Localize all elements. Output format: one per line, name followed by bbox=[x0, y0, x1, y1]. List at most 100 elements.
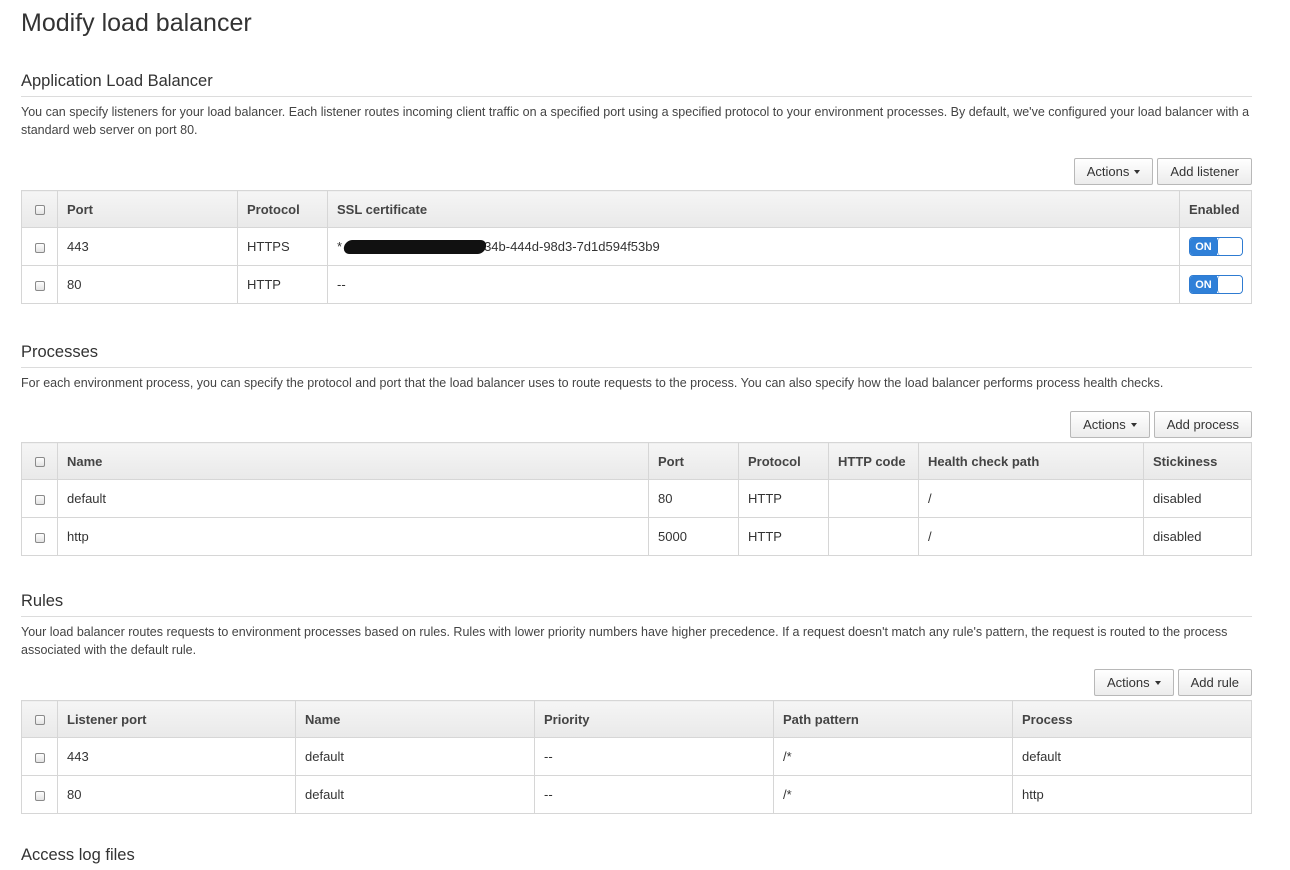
listener-port: 80 bbox=[57, 265, 238, 304]
listener-port: 443 bbox=[57, 227, 238, 266]
process-protocol: HTTP bbox=[738, 479, 829, 518]
select-all-cell bbox=[21, 190, 58, 228]
rule-actions-label: Actions bbox=[1106, 675, 1150, 690]
enabled-cell: ON bbox=[1179, 265, 1252, 304]
column-header-listener-port[interactable]: Listener port bbox=[57, 700, 296, 738]
table-row[interactable]: 80 HTTP -- ON bbox=[21, 265, 1252, 304]
enabled-cell: ON bbox=[1179, 227, 1252, 266]
enabled-toggle[interactable]: ON bbox=[1189, 237, 1243, 256]
add-listener-button[interactable]: Add listener bbox=[1157, 158, 1252, 185]
process-name: http bbox=[57, 517, 649, 556]
access-log-section: Access log files bbox=[21, 846, 1252, 870]
table-row[interactable]: 443 default -- /* default bbox=[21, 737, 1252, 776]
listener-actions-label: Actions bbox=[1086, 164, 1130, 179]
rule-listener-port: 80 bbox=[57, 775, 296, 814]
process-health-check-path: / bbox=[918, 479, 1144, 518]
caret-down-icon bbox=[1154, 680, 1161, 685]
column-header-protocol[interactable]: Protocol bbox=[237, 190, 328, 228]
select-all-checkbox[interactable] bbox=[34, 205, 45, 216]
table-row[interactable]: 443 HTTPS * 34b-444d-98d3-7d1d594f53b9 ON bbox=[21, 227, 1252, 266]
process-http-code bbox=[828, 479, 919, 518]
toggle-on-label: ON bbox=[1190, 238, 1217, 255]
rule-path-pattern: /* bbox=[773, 775, 1013, 814]
table-header-row: Name Port Protocol HTTP code Health chec… bbox=[21, 442, 1252, 480]
listener-protocol: HTTP bbox=[237, 265, 328, 304]
ssl-certificate-cell: * 34b-444d-98d3-7d1d594f53b9 bbox=[327, 227, 1180, 266]
ssl-certificate: -- bbox=[327, 265, 1180, 304]
row-checkbox[interactable] bbox=[34, 280, 45, 291]
row-select-cell bbox=[21, 517, 58, 556]
processes-section-title: Processes bbox=[21, 343, 1252, 368]
column-header-path-pattern[interactable]: Path pattern bbox=[773, 700, 1013, 738]
process-stickiness: disabled bbox=[1143, 479, 1252, 518]
rule-priority: -- bbox=[534, 737, 774, 776]
table-row[interactable]: http 5000 HTTP / disabled bbox=[21, 517, 1252, 556]
process-port: 80 bbox=[648, 479, 739, 518]
row-checkbox[interactable] bbox=[34, 752, 45, 763]
processes-button-bar: Actions Add process bbox=[1070, 411, 1252, 438]
enabled-toggle[interactable]: ON bbox=[1189, 275, 1243, 294]
rules-section-title: Rules bbox=[21, 592, 1252, 617]
row-select-cell bbox=[21, 775, 58, 814]
rules-table: Listener port Name Priority Path pattern… bbox=[21, 700, 1252, 814]
column-header-health-check-path[interactable]: Health check path bbox=[918, 442, 1144, 480]
row-select-cell bbox=[21, 479, 58, 518]
ssl-certificate-id: 34b-444d-98d3-7d1d594f53b9 bbox=[484, 238, 660, 254]
listeners-table: Port Protocol SSL certificate Enabled 44… bbox=[21, 190, 1252, 304]
select-all-checkbox[interactable] bbox=[34, 715, 45, 726]
listener-actions-button[interactable]: Actions bbox=[1073, 158, 1154, 185]
process-port: 5000 bbox=[648, 517, 739, 556]
process-actions-button[interactable]: Actions bbox=[1070, 411, 1150, 438]
column-header-name[interactable]: Name bbox=[57, 442, 649, 480]
toggle-on-label: ON bbox=[1190, 276, 1217, 293]
column-header-stickiness[interactable]: Stickiness bbox=[1143, 442, 1252, 480]
alb-button-bar: Actions Add listener bbox=[1073, 158, 1252, 185]
column-header-port[interactable]: Port bbox=[648, 442, 739, 480]
listener-protocol: HTTPS bbox=[237, 227, 328, 266]
process-actions-label: Actions bbox=[1083, 417, 1126, 432]
row-checkbox[interactable] bbox=[34, 242, 45, 253]
column-header-ssl-certificate[interactable]: SSL certificate bbox=[327, 190, 1180, 228]
rule-actions-button[interactable]: Actions bbox=[1093, 669, 1174, 696]
process-name: default bbox=[57, 479, 649, 518]
process-protocol: HTTP bbox=[738, 517, 829, 556]
rule-name: default bbox=[295, 775, 535, 814]
row-select-cell bbox=[21, 265, 58, 304]
caret-down-icon bbox=[1134, 169, 1141, 174]
column-header-port[interactable]: Port bbox=[57, 190, 238, 228]
process-health-check-path: / bbox=[918, 517, 1144, 556]
table-row[interactable]: 80 default -- /* http bbox=[21, 775, 1252, 814]
table-row[interactable]: default 80 HTTP / disabled bbox=[21, 479, 1252, 518]
rule-process: default bbox=[1012, 737, 1252, 776]
ssl-certificate-prefix: * bbox=[337, 238, 343, 254]
rules-description: Your load balancer routes requests to en… bbox=[21, 625, 1228, 657]
select-all-cell bbox=[21, 700, 58, 738]
column-header-process[interactable]: Process bbox=[1012, 700, 1252, 738]
column-header-name[interactable]: Name bbox=[295, 700, 535, 738]
processes-table: Name Port Protocol HTTP code Health chec… bbox=[21, 442, 1252, 556]
row-checkbox[interactable] bbox=[34, 790, 45, 801]
rule-priority: -- bbox=[534, 775, 774, 814]
alb-description: You can specify listeners for your load … bbox=[21, 105, 1250, 137]
row-checkbox[interactable] bbox=[34, 494, 45, 505]
rules-button-bar: Actions Add rule bbox=[1093, 669, 1252, 696]
rule-name: default bbox=[295, 737, 535, 776]
column-header-enabled[interactable]: Enabled bbox=[1179, 190, 1252, 228]
select-all-checkbox[interactable] bbox=[34, 457, 45, 468]
add-rule-button[interactable]: Add rule bbox=[1177, 669, 1252, 696]
row-checkbox[interactable] bbox=[34, 532, 45, 543]
redaction-mark bbox=[342, 240, 488, 255]
row-select-cell bbox=[21, 737, 58, 776]
rule-process: http bbox=[1012, 775, 1252, 814]
row-select-cell bbox=[21, 227, 58, 266]
processes-description: For each environment process, you can sp… bbox=[21, 376, 1164, 390]
page-title: Modify load balancer bbox=[21, 9, 252, 37]
rule-path-pattern: /* bbox=[773, 737, 1013, 776]
column-header-priority[interactable]: Priority bbox=[534, 700, 774, 738]
column-header-http-code[interactable]: HTTP code bbox=[828, 442, 919, 480]
add-process-button[interactable]: Add process bbox=[1153, 411, 1252, 438]
table-header-row: Port Protocol SSL certificate Enabled bbox=[21, 190, 1252, 228]
column-header-protocol[interactable]: Protocol bbox=[738, 442, 829, 480]
caret-down-icon bbox=[1130, 422, 1137, 427]
rule-listener-port: 443 bbox=[57, 737, 296, 776]
